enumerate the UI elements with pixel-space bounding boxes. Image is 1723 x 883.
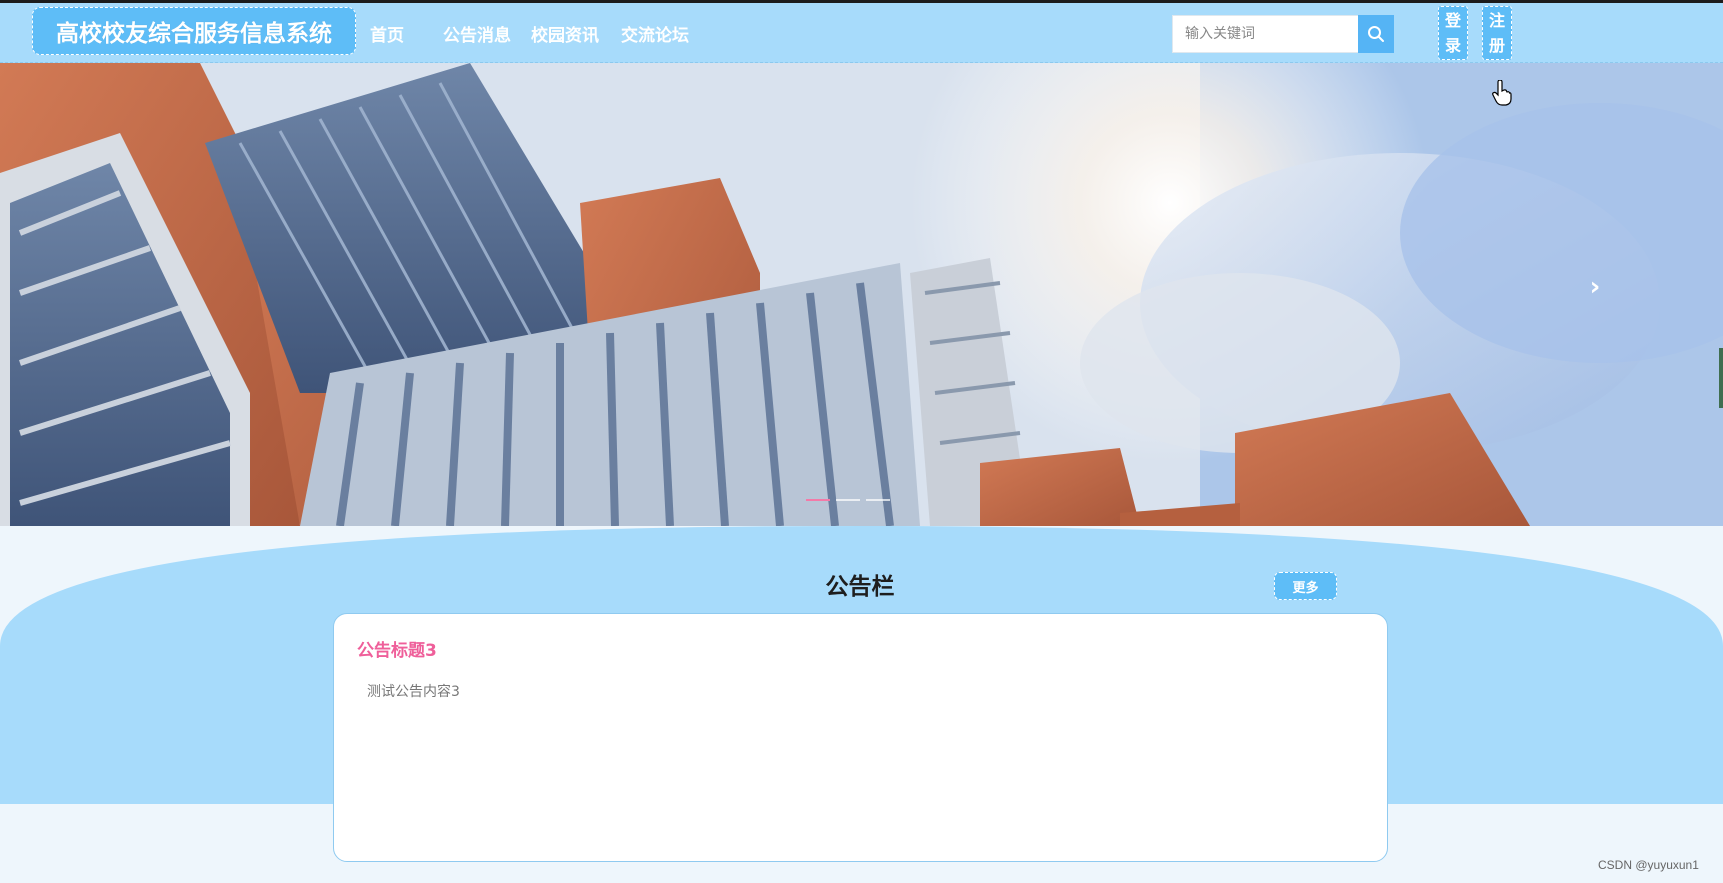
top-header: 高校校友综合服务信息系统 首页 公告消息 校园资讯 交流论坛 登 录 注 册 — [0, 3, 1723, 63]
register-label-line1: 注 — [1488, 11, 1505, 30]
register-label-line2: 册 — [1488, 36, 1505, 55]
notice-item-title[interactable]: 公告标题3 — [357, 636, 437, 661]
nav-item-forum[interactable]: 交流论坛 — [621, 21, 689, 46]
carousel-dot[interactable] — [866, 499, 890, 501]
carousel-dot[interactable] — [836, 499, 860, 501]
nav-item-announcements[interactable]: 公告消息 — [443, 21, 511, 46]
carousel-next-button[interactable]: › — [1584, 272, 1606, 302]
carousel-indicators — [806, 499, 890, 501]
search-box — [1172, 15, 1394, 53]
nav-item-home[interactable]: 首页 — [370, 21, 404, 46]
chevron-right-icon: › — [1589, 272, 1601, 302]
search-icon — [1368, 26, 1384, 42]
banner-image — [0, 63, 1723, 526]
watermark: CSDN @yuyuxun1 — [1598, 858, 1699, 872]
site-logo-title[interactable]: 高校校友综合服务信息系统 — [32, 7, 356, 55]
side-edge-tab[interactable] — [1719, 348, 1723, 408]
more-button[interactable]: 更多 — [1274, 572, 1337, 600]
nav-item-campus-news[interactable]: 校园资讯 — [531, 21, 599, 46]
banner-carousel[interactable]: › — [0, 63, 1723, 526]
login-label-line2: 录 — [1444, 36, 1461, 55]
login-button[interactable]: 登 录 — [1438, 6, 1468, 60]
search-input[interactable] — [1172, 15, 1358, 53]
notice-card: 公告标题3 测试公告内容3 — [333, 613, 1388, 862]
search-button[interactable] — [1358, 15, 1394, 53]
notice-item-content: 测试公告内容3 — [367, 684, 460, 700]
notice-section-title: 公告栏 — [825, 574, 895, 600]
hand-cursor-icon — [1492, 80, 1512, 106]
carousel-dot[interactable] — [806, 499, 830, 501]
login-label-line1: 登 — [1444, 11, 1461, 30]
register-button[interactable]: 注 册 — [1482, 6, 1512, 60]
